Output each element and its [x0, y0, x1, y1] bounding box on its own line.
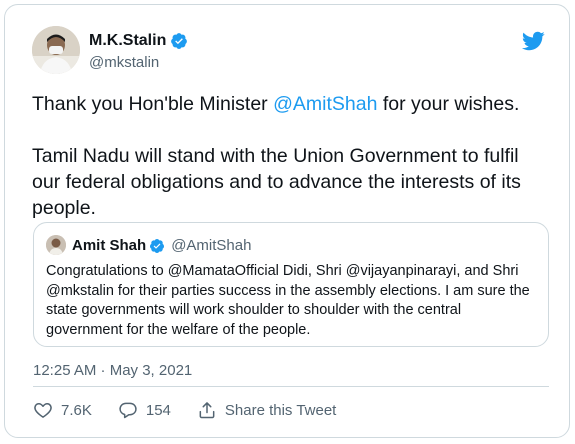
tweet-text: Thank you Hon'ble Minister @AmitShah for…	[32, 91, 552, 221]
tweet-timestamp[interactable]: 12:25 AM · May 3, 2021	[33, 362, 192, 379]
quoted-author-handle: @AmitShah	[171, 237, 252, 254]
share-label: Share this Tweet	[224, 401, 337, 419]
quoted-author-row: Amit Shah @AmitShah	[72, 237, 251, 254]
tweet-actions: 7.6K 154 Share this Tweet	[33, 400, 336, 420]
author-name[interactable]: M.K.Stalin	[89, 32, 166, 50]
like-button[interactable]: 7.6K	[33, 400, 92, 420]
tweet-card: M.K.Stalin @mkstalin Thank you Hon'ble M…	[4, 4, 570, 438]
reply-button[interactable]: 154	[118, 400, 171, 420]
reply-bubble-icon	[119, 402, 137, 419]
author-name-row[interactable]: M.K.Stalin	[89, 32, 188, 50]
tweet-text-part: for your wishes.	[377, 93, 520, 115]
divider	[33, 386, 549, 387]
quoted-author-avatar	[46, 235, 66, 255]
reply-count: 154	[145, 401, 171, 419]
verified-badge-icon	[171, 33, 188, 49]
mention-link-amitshah[interactable]: @AmitShah	[273, 93, 377, 115]
heart-icon	[34, 403, 52, 418]
quoted-tweet[interactable]: Amit Shah @AmitShah Congratulations to @…	[33, 222, 549, 347]
quoted-tweet-text: Congratulations to @MamataOfficial Didi,…	[46, 263, 530, 338]
tweet-text-part: Thank you Hon'ble Minister	[32, 93, 274, 115]
author-handle[interactable]: @mkstalin	[89, 54, 159, 71]
like-count: 7.6K	[61, 401, 92, 419]
tweet-text-line1: Thank you Hon'ble Minister @AmitShah for…	[32, 91, 552, 117]
author-avatar[interactable]	[32, 26, 80, 74]
twitter-bird-icon[interactable]	[521, 29, 545, 53]
verified-badge-icon	[150, 238, 165, 253]
quoted-author-name: Amit Shah	[72, 237, 147, 254]
share-icon	[199, 402, 215, 419]
share-button[interactable]: Share this Tweet	[197, 400, 336, 420]
tweet-text-para2: Tamil Nadu will stand with the Union Gov…	[32, 145, 521, 219]
